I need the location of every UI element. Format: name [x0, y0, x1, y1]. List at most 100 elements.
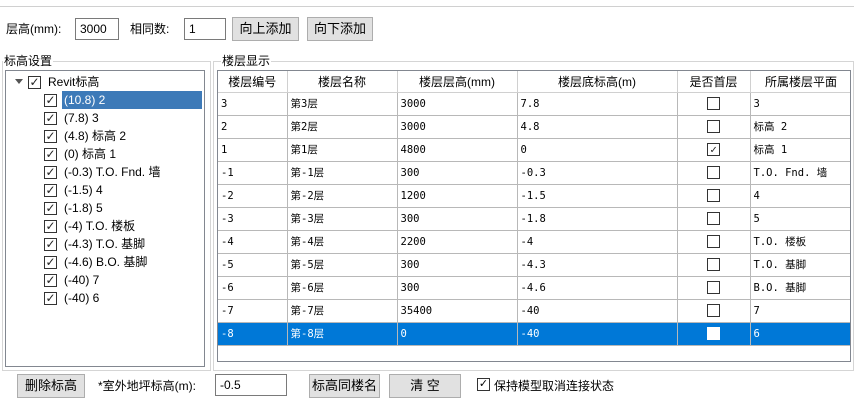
cell-bottom[interactable]: 0	[517, 138, 678, 162]
first-floor-cell[interactable]	[677, 299, 751, 323]
level-same-name-button[interactable]: 标高同楼名	[309, 374, 380, 398]
cell-name[interactable]: 第3层	[287, 92, 398, 116]
level-checkbox[interactable]: ✓	[44, 202, 57, 215]
first-floor-cell[interactable]	[677, 184, 751, 208]
cell-bottom[interactable]: -4.6	[517, 276, 678, 300]
table-row[interactable]: 1 第1层 4800 0 ✓ 标高 1	[218, 138, 850, 162]
clear-button[interactable]: 清 空	[389, 374, 461, 398]
first-floor-cell[interactable]	[677, 322, 751, 346]
cell-height[interactable]: 300	[397, 207, 518, 231]
cell-bottom[interactable]: -4	[517, 230, 678, 254]
level-checkbox[interactable]: ✓	[44, 148, 57, 161]
add-down-button[interactable]: 向下添加	[307, 17, 373, 41]
first-floor-checkbox[interactable]	[707, 304, 720, 317]
cell-name[interactable]: 第-6层	[287, 276, 398, 300]
first-floor-checkbox[interactable]	[707, 212, 720, 225]
level-tree[interactable]: ✓ Revit标高 ✓ (10.8) 2 ✓ (7.8) 3 ✓ (4.8) 标高 2 ✓ (…	[5, 70, 205, 367]
cell-bottom[interactable]: -1.5	[517, 184, 678, 208]
tree-level-item[interactable]: ✓ (10.8) 2	[44, 91, 202, 109]
cell-height[interactable]: 1200	[397, 184, 518, 208]
level-checkbox[interactable]: ✓	[44, 292, 57, 305]
table-row[interactable]: -7 第-7层 35400 -40 7	[218, 299, 850, 323]
cell-num[interactable]: -8	[218, 322, 288, 346]
table-row[interactable]: -2 第-2层 1200 -1.5 4	[218, 184, 850, 208]
table-row[interactable]: -3 第-3层 300 -1.8 5	[218, 207, 850, 231]
cell-bottom[interactable]: 7.8	[517, 92, 678, 116]
cell-plane[interactable]: 5	[750, 207, 850, 231]
level-checkbox[interactable]: ✓	[44, 184, 57, 197]
first-floor-checkbox[interactable]	[707, 189, 720, 202]
cell-height[interactable]: 300	[397, 253, 518, 277]
level-checkbox[interactable]: ✓	[44, 220, 57, 233]
cell-bottom[interactable]: -40	[517, 322, 678, 346]
first-floor-checkbox[interactable]	[707, 258, 720, 271]
cell-bottom[interactable]: -0.3	[517, 161, 678, 185]
cell-name[interactable]: 第-8层	[287, 322, 398, 346]
cell-height[interactable]: 0	[397, 322, 518, 346]
add-up-button[interactable]: 向上添加	[232, 17, 299, 41]
level-checkbox[interactable]: ✓	[44, 256, 57, 269]
outdoor-elevation-input[interactable]: -0.5	[215, 374, 287, 396]
tree-root-checkbox[interactable]: ✓	[28, 76, 41, 89]
tree-level-item[interactable]: ✓ (-40) 7	[44, 271, 200, 289]
cell-name[interactable]: 第2层	[287, 115, 398, 139]
cell-height[interactable]: 300	[397, 276, 518, 300]
collapse-arrow-icon[interactable]	[15, 79, 23, 84]
first-floor-checkbox[interactable]	[707, 281, 720, 294]
column-header[interactable]: 楼层编号	[218, 71, 288, 93]
column-header[interactable]: 楼层底标高(m)	[517, 71, 678, 93]
tree-level-item[interactable]: ✓ (4.8) 标高 2	[44, 127, 200, 145]
first-floor-cell[interactable]	[677, 161, 751, 185]
level-checkbox[interactable]: ✓	[44, 112, 57, 125]
first-floor-checkbox[interactable]	[707, 166, 720, 179]
cell-num[interactable]: -5	[218, 253, 288, 277]
first-floor-cell[interactable]: ✓	[677, 138, 751, 162]
cell-plane[interactable]: B.O. 基脚	[750, 276, 850, 300]
table-row[interactable]: -1 第-1层 300 -0.3 T.O. Fnd. 墙	[218, 161, 850, 185]
tree-level-item[interactable]: ✓ (-1.5) 4	[44, 181, 200, 199]
same-count-input[interactable]: 1	[184, 18, 226, 40]
cell-plane[interactable]: 6	[750, 322, 850, 346]
cell-plane[interactable]: 7	[750, 299, 850, 323]
column-header[interactable]: 楼层名称	[287, 71, 398, 93]
cell-num[interactable]: -4	[218, 230, 288, 254]
tree-level-item[interactable]: ✓ (-0.3) T.O. Fnd. 墙	[44, 163, 200, 181]
level-checkbox[interactable]: ✓	[44, 130, 57, 143]
cell-height[interactable]: 3000	[397, 115, 518, 139]
cell-height[interactable]: 4800	[397, 138, 518, 162]
cell-num[interactable]: -7	[218, 299, 288, 323]
tree-root-node[interactable]: ✓ Revit标高	[8, 73, 198, 91]
cell-name[interactable]: 第-3层	[287, 207, 398, 231]
cell-name[interactable]: 第-5层	[287, 253, 398, 277]
tree-level-item[interactable]: ✓ (-4) T.O. 楼板	[44, 217, 200, 235]
level-checkbox[interactable]: ✓	[44, 238, 57, 251]
cell-plane[interactable]: 4	[750, 184, 850, 208]
column-header[interactable]: 所属楼层平面	[750, 71, 850, 93]
first-floor-cell[interactable]	[677, 253, 751, 277]
first-floor-cell[interactable]	[677, 207, 751, 231]
cell-bottom[interactable]: 4.8	[517, 115, 678, 139]
first-floor-checkbox[interactable]: ✓	[707, 143, 720, 156]
cell-num[interactable]: -6	[218, 276, 288, 300]
tree-level-item[interactable]: ✓ (-4.3) T.O. 基脚	[44, 235, 200, 253]
cell-bottom[interactable]: -1.8	[517, 207, 678, 231]
column-header[interactable]: 是否首层	[677, 71, 751, 93]
tree-level-item[interactable]: ✓ (-40) 6	[44, 289, 200, 307]
cell-name[interactable]: 第-4层	[287, 230, 398, 254]
cell-num[interactable]: 3	[218, 92, 288, 116]
cell-name[interactable]: 第1层	[287, 138, 398, 162]
first-floor-cell[interactable]	[677, 230, 751, 254]
cell-plane[interactable]: T.O. Fnd. 墙	[750, 161, 850, 185]
cell-bottom[interactable]: -4.3	[517, 253, 678, 277]
first-floor-checkbox[interactable]	[707, 120, 720, 133]
cell-bottom[interactable]: -40	[517, 299, 678, 323]
cell-num[interactable]: -3	[218, 207, 288, 231]
floor-height-input[interactable]: 3000	[75, 18, 119, 40]
first-floor-checkbox[interactable]	[707, 235, 720, 248]
cell-height[interactable]: 35400	[397, 299, 518, 323]
level-checkbox[interactable]: ✓	[44, 166, 57, 179]
cell-num[interactable]: 1	[218, 138, 288, 162]
cell-plane[interactable]: 3	[750, 92, 850, 116]
table-row[interactable]: -5 第-5层 300 -4.3 T.O. 基脚	[218, 253, 850, 277]
cell-name[interactable]: 第-2层	[287, 184, 398, 208]
